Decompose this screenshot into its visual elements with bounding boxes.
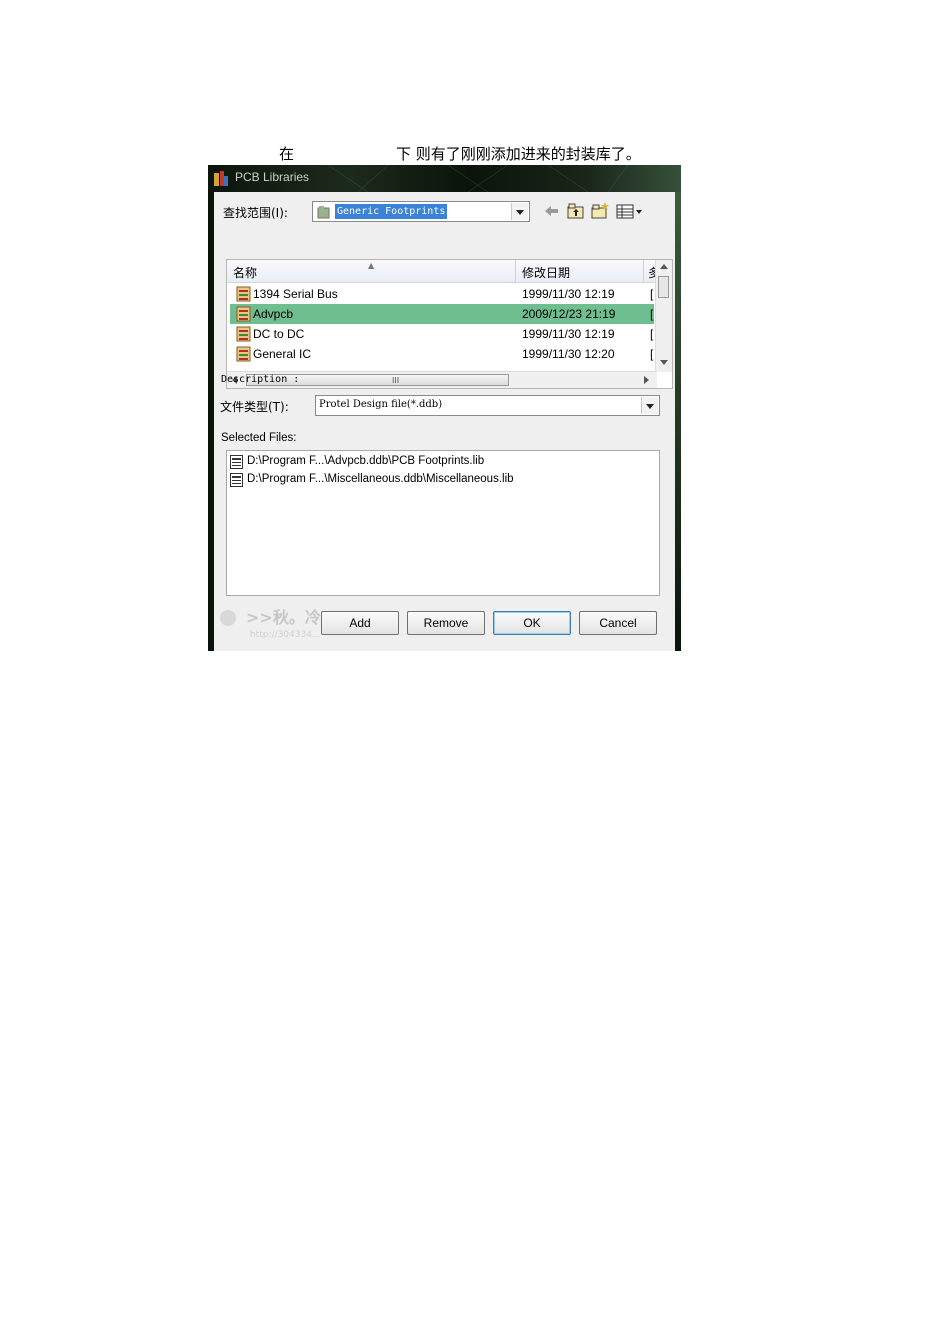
vertical-scroll-thumb[interactable] <box>658 276 669 298</box>
window-frame-right <box>675 192 681 651</box>
file-type-value: Protel Design file(*.ddb) <box>319 399 443 410</box>
folder-icon <box>317 206 330 219</box>
file-date: 1999/11/30 12:20 <box>522 347 615 361</box>
dialog-client: 查找范围(I): Generic Footprints ▲ 名称 修改日期 多 … <box>214 192 675 651</box>
look-in-value: Generic Footprints <box>335 204 448 219</box>
database-icon <box>236 326 251 342</box>
file-date: 1999/11/30 12:19 <box>522 327 615 341</box>
caption-part1: 在 <box>279 145 295 163</box>
app-icon <box>214 171 228 186</box>
watermark-url: http://304334... <box>250 630 321 640</box>
file-row[interactable]: 1394 Serial Bus 1999/11/30 12:19 [ <box>230 284 654 304</box>
file-type-combo[interactable]: Protel Design file(*.ddb) <box>315 395 660 416</box>
scroll-right-icon[interactable] <box>644 376 649 384</box>
column-name[interactable]: 名称 <box>233 264 257 281</box>
add-button[interactable]: Add <box>321 611 399 635</box>
sort-arrow-icon: ▲ <box>368 261 375 270</box>
file-row[interactable]: DC to DC 1999/11/30 12:19 [ <box>230 324 654 344</box>
remove-button[interactable]: Remove <box>407 611 485 635</box>
database-icon <box>236 346 251 362</box>
ok-button[interactable]: OK <box>493 611 571 635</box>
look-in-dropdown-button[interactable] <box>511 203 528 220</box>
up-folder-icon[interactable] <box>566 201 586 221</box>
database-icon <box>236 286 251 302</box>
scroll-up-icon[interactable] <box>660 264 668 269</box>
look-in-label: 查找范围(I): <box>223 206 288 220</box>
database-icon <box>236 306 251 322</box>
file-list-vertical-scrollbar[interactable] <box>655 260 672 372</box>
lib-file-icon <box>230 473 243 487</box>
look-in-combo[interactable]: Generic Footprints <box>312 201 530 222</box>
column-modified[interactable]: 修改日期 <box>522 264 570 281</box>
file-name: General IC <box>253 347 312 361</box>
column-separator[interactable] <box>515 260 516 282</box>
selected-file-path: D:\Program F...\Advpcb.ddb\PCB Footprint… <box>247 455 485 467</box>
title-bar[interactable]: PCB Libraries <box>208 165 681 192</box>
watermark-icon <box>220 610 236 626</box>
view-menu-icon[interactable] <box>616 201 644 221</box>
file-list[interactable]: ▲ 名称 修改日期 多 1394 Serial Bus 1999/11/30 1… <box>226 259 673 389</box>
scroll-grip: III <box>392 376 400 385</box>
file-type: [ <box>650 307 654 321</box>
file-type: [ <box>650 327 654 341</box>
column-separator[interactable] <box>643 260 644 282</box>
scroll-down-icon[interactable] <box>660 360 668 365</box>
cancel-button[interactable]: Cancel <box>579 611 657 635</box>
caption-part2: 下 则有了刚刚添加进来的封装库了。 <box>396 145 641 163</box>
file-type-label: 文件类型(T): <box>220 400 289 414</box>
selected-file-path: D:\Program F...\Miscellaneous.ddb\Miscel… <box>247 473 514 485</box>
file-name: 1394 Serial Bus <box>253 287 338 301</box>
file-type-dropdown-button[interactable] <box>641 397 658 414</box>
selected-files-label: Selected Files: <box>221 432 297 444</box>
file-date: 2009/12/23 21:19 <box>522 307 616 321</box>
file-name: Advpcb <box>253 307 294 321</box>
description-label: Description : <box>221 374 300 385</box>
watermark-text: >>秋。冷 <box>246 608 321 627</box>
document-caption: 在 下 则有了刚刚添加进来的封装库了。 <box>0 143 950 163</box>
back-icon[interactable] <box>542 201 560 221</box>
file-row[interactable]: General IC 1999/11/30 12:20 [ <box>230 344 654 364</box>
file-row-selected[interactable]: Advpcb 2009/12/23 21:19 [ <box>230 304 654 324</box>
file-date: 1999/11/30 12:19 <box>522 287 615 301</box>
file-type: [ <box>650 347 654 361</box>
pcb-libraries-dialog: PCB Libraries 查找范围(I): Generic Footprint… <box>208 165 681 651</box>
file-type: [ <box>650 287 654 301</box>
dialog-title: PCB Libraries <box>235 170 310 184</box>
new-folder-icon[interactable] <box>590 201 610 221</box>
file-list-header: ▲ 名称 修改日期 多 <box>227 260 660 283</box>
selected-files-list[interactable]: D:\Program F...\Advpcb.ddb\PCB Footprint… <box>226 450 660 596</box>
lib-file-icon <box>230 455 243 469</box>
file-name: DC to DC <box>253 327 305 341</box>
